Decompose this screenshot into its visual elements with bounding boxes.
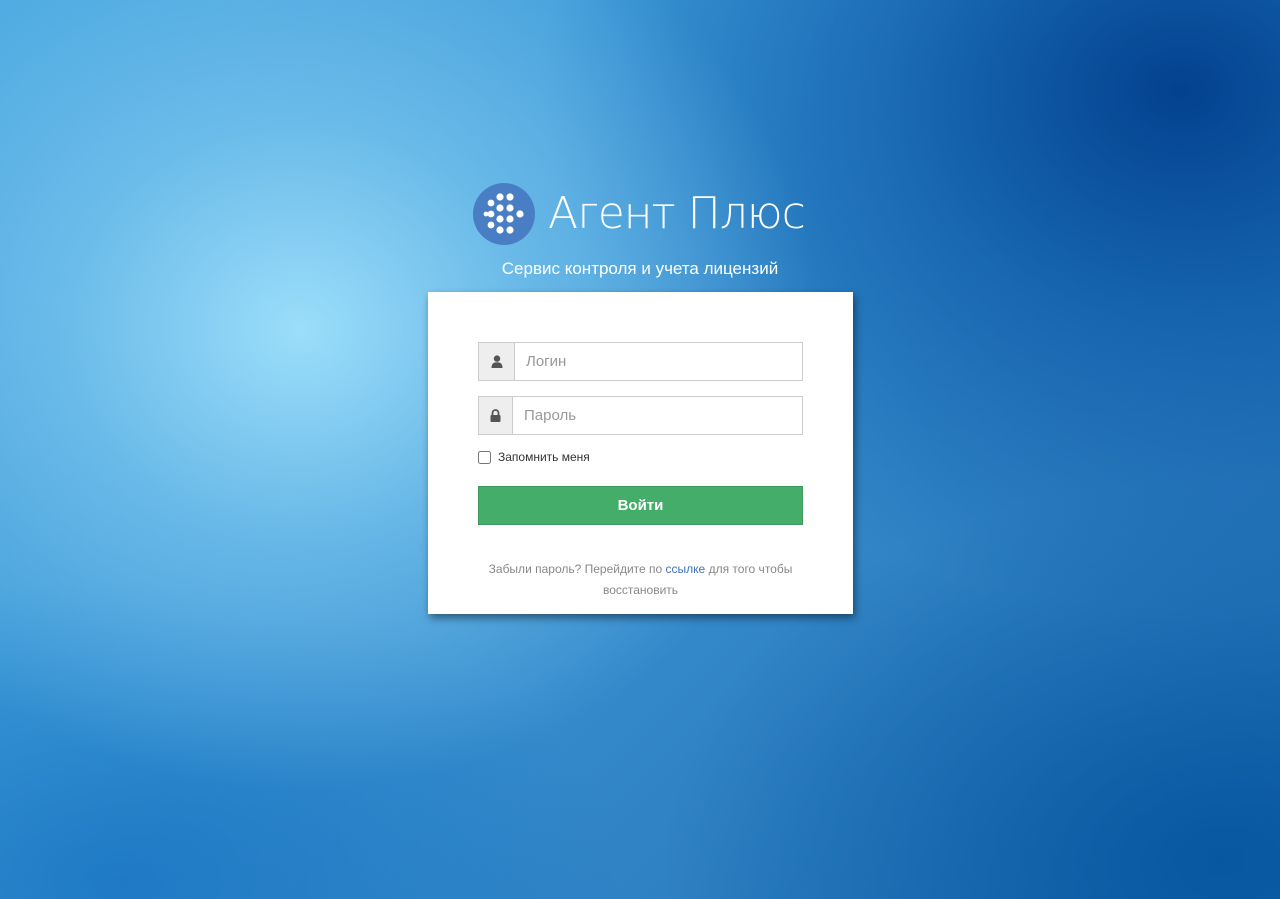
login-input[interactable] [515, 343, 802, 380]
lock-icon [479, 397, 513, 434]
login-field [478, 342, 803, 381]
logo-icon [473, 183, 535, 245]
remember-me-checkbox[interactable] [478, 450, 491, 464]
recover-password-link[interactable]: ссылке [666, 562, 706, 576]
forgot-password-text: Забыли пароль? Перейдите по ссылке для т… [468, 559, 813, 601]
password-input[interactable] [513, 397, 802, 434]
remember-me[interactable]: Запомнить меня [478, 450, 590, 464]
login-card: Запомнить меня Войти Забыли пароль? Пере… [428, 292, 853, 614]
password-field [478, 396, 803, 435]
remember-me-label: Запомнить меня [498, 450, 590, 464]
user-icon [479, 343, 515, 380]
brand-name: Агент Плюс [548, 188, 806, 239]
forgot-password-text-before: Забыли пароль? Перейдите по [488, 562, 666, 576]
login-button[interactable]: Войти [478, 486, 803, 525]
brand: Агент Плюс [473, 183, 806, 245]
page-subtitle: Сервис контроля и учета лицензий [501, 259, 779, 278]
